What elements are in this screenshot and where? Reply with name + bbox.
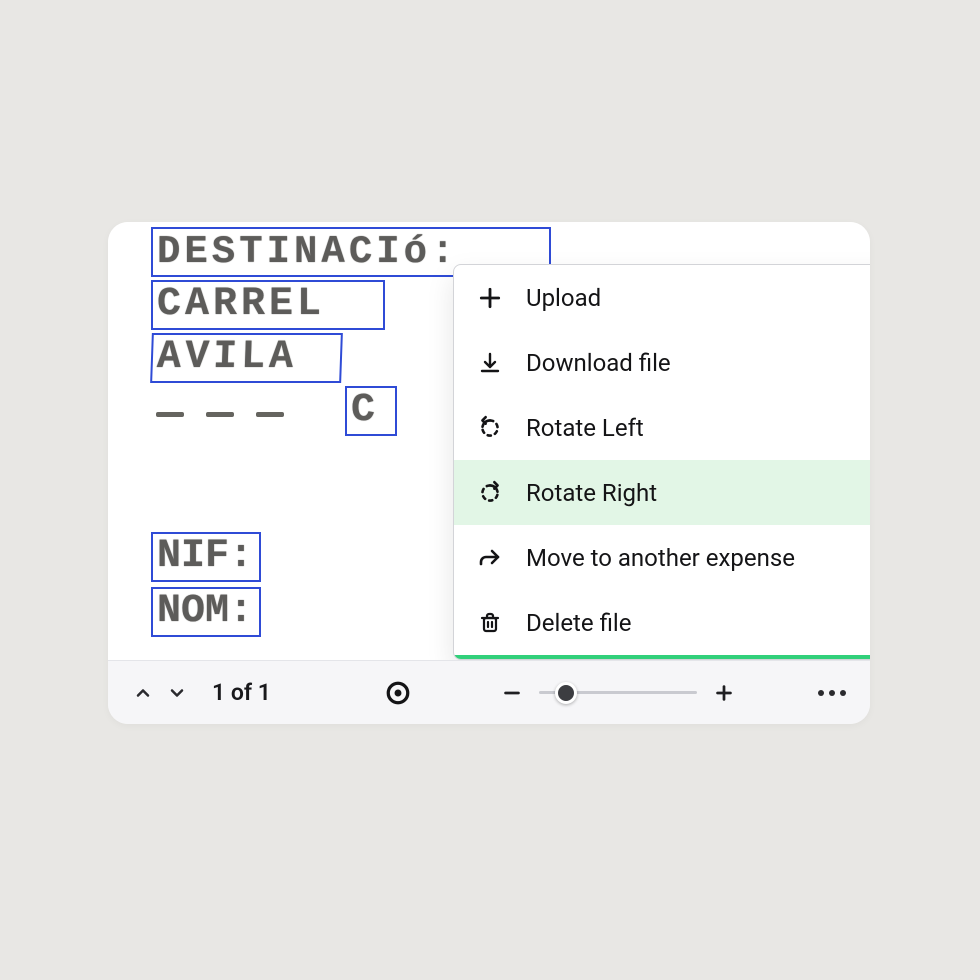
ocr-text: NOM: xyxy=(157,592,253,632)
ocr-text: NIF: xyxy=(157,537,253,577)
ocr-text: C xyxy=(351,391,379,431)
plus-icon xyxy=(713,682,735,704)
menu-item-delete[interactable]: Delete file xyxy=(454,590,870,655)
chevron-down-icon xyxy=(167,683,187,703)
ocr-box-c[interactable]: C xyxy=(345,386,397,436)
menu-item-move[interactable]: Move to another expense xyxy=(454,525,870,590)
page-prev-button[interactable] xyxy=(126,676,160,710)
menu-item-label: Rotate Left xyxy=(526,414,644,442)
reset-view-button[interactable] xyxy=(383,678,413,708)
zoom-slider[interactable] xyxy=(539,681,697,705)
page-indicator: 1 of 1 xyxy=(212,679,271,706)
menu-item-upload[interactable]: Upload xyxy=(454,265,870,330)
menu-item-rotate-right[interactable]: Rotate Right xyxy=(454,460,870,525)
menu-item-label: Rotate Right xyxy=(526,479,657,507)
ocr-box-nif[interactable]: NIF: xyxy=(151,532,261,582)
ocr-box-nom[interactable]: NOM: xyxy=(151,587,261,637)
ocr-box-avila[interactable]: AVILA xyxy=(150,333,343,383)
viewer-toolbar: 1 of 1 xyxy=(108,660,870,724)
chevron-up-icon xyxy=(133,683,153,703)
target-icon xyxy=(385,680,411,706)
arrow-right-icon xyxy=(476,544,504,572)
ocr-separator-dots xyxy=(156,412,284,417)
dot-icon xyxy=(818,690,824,696)
plus-icon xyxy=(476,284,504,312)
menu-item-rotate-left[interactable]: Rotate Left xyxy=(454,395,870,460)
rotate-right-icon xyxy=(476,479,504,507)
page-next-button[interactable] xyxy=(160,676,194,710)
minus-icon xyxy=(501,682,523,704)
download-icon xyxy=(476,349,504,377)
zoom-in-button[interactable] xyxy=(709,678,739,708)
file-viewer: DESTINACIó: CARREL AVILA C NIF: NOM: Upl… xyxy=(108,222,870,724)
trash-icon xyxy=(476,609,504,637)
ocr-text: CARREL xyxy=(157,285,325,325)
file-actions-menu: Upload Download file Rotate Left Rotate … xyxy=(453,264,870,660)
menu-item-label: Delete file xyxy=(526,609,631,637)
ocr-box-carrel[interactable]: CARREL xyxy=(151,280,385,330)
menu-accent-bar xyxy=(454,655,870,659)
menu-item-label: Upload xyxy=(526,284,601,312)
zoom-controls xyxy=(497,678,739,708)
menu-item-label: Download file xyxy=(526,349,671,377)
dot-icon xyxy=(829,690,835,696)
menu-item-download[interactable]: Download file xyxy=(454,330,870,395)
menu-item-label: Move to another expense xyxy=(526,544,795,572)
dot-icon xyxy=(840,690,846,696)
zoom-out-button[interactable] xyxy=(497,678,527,708)
ocr-text: DESTINACIó: xyxy=(157,233,458,272)
rotate-left-icon xyxy=(476,414,504,442)
zoom-slider-thumb[interactable] xyxy=(555,682,577,704)
ocr-text: AVILA xyxy=(156,338,297,378)
more-actions-button[interactable] xyxy=(812,678,852,708)
